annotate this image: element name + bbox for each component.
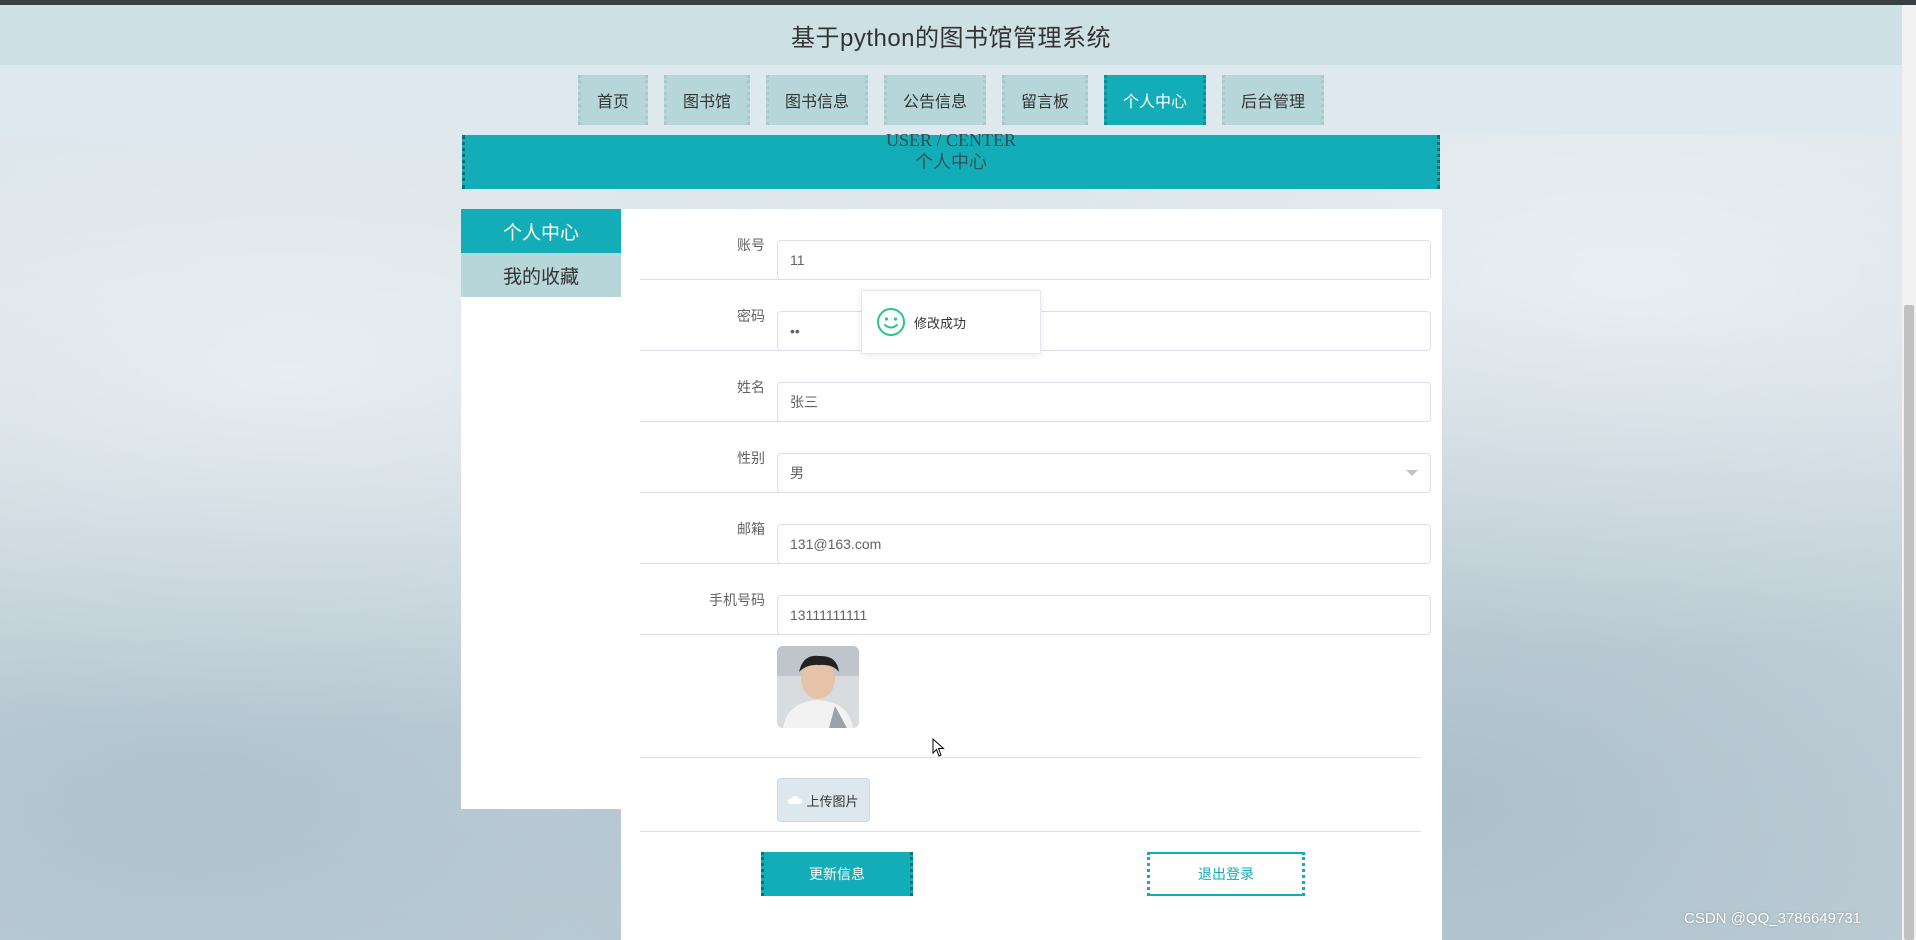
upload-image-label: 上传图片 [806,793,859,809]
name-label: 姓名 [737,378,765,395]
banner-title-cn: 个人中心 [915,152,987,172]
chevron-down-icon [1406,470,1418,476]
nav-item-announcements[interactable]: 公告信息 [883,75,986,125]
form-row-gender: 性别 男 [640,422,1431,493]
upload-image-button[interactable]: 上传图片 [777,778,870,822]
form-row-account: 账号 11 [640,209,1431,280]
nav-item-message-board[interactable]: 留言板 [1002,75,1089,125]
site-header: 基于python的图书馆管理系统 [0,5,1902,65]
avatar-image [777,646,859,728]
form-row-name: 姓名 张三 [640,351,1431,422]
form-row-avatar [640,646,1421,758]
scrollbar-thumb[interactable] [1904,305,1914,940]
site-title: 基于python的图书馆管理系统 [790,24,1112,52]
nav-item-book-info[interactable]: 图书信息 [765,75,868,125]
name-field[interactable]: 张三 [777,382,1431,422]
banner-title-en: USER / CENTER [885,130,1016,150]
section-banner: USER / CENTER 个人中心 [462,131,1440,189]
email-label: 邮箱 [737,520,765,537]
gender-label: 性别 [737,449,765,466]
nav-item-home[interactable]: 首页 [577,75,648,125]
mouse-cursor-icon [932,738,945,757]
gender-value: 男 [790,465,804,481]
form-row-upload: 上传图片 [640,758,1421,832]
upload-cloud-icon [788,796,803,804]
main-nav: 首页 图书馆 图书信息 公告信息 留言板 个人中心 后台管理 [0,65,1902,135]
email-field[interactable]: 131@163.com [777,524,1431,564]
nav-item-admin[interactable]: 后台管理 [1222,75,1325,125]
account-label: 账号 [737,236,765,253]
form-row-phone: 手机号码 13111111111 [640,564,1431,635]
update-info-button[interactable]: 更新信息 [761,852,913,896]
gender-select[interactable]: 男 [777,453,1431,493]
watermark-text: CSDN @QQ_3786649731 [1684,910,1861,927]
smile-icon [877,308,905,336]
nav-item-library[interactable]: 图书馆 [663,75,750,125]
account-field[interactable]: 11 [777,240,1431,280]
avatar [777,646,859,728]
phone-label: 手机号码 [709,591,765,608]
toast-message: 修改成功 [914,315,967,331]
sidebar-item-favorites[interactable]: 我的收藏 [461,253,621,297]
nav-item-user-center[interactable]: 个人中心 [1104,75,1207,125]
password-label: 密码 [737,307,765,324]
page-scrollbar[interactable] [1902,5,1916,940]
phone-field[interactable]: 13111111111 [777,595,1431,635]
sidebar: 个人中心 我的收藏 [461,209,621,809]
form-row-email: 邮箱 131@163.com [640,493,1431,564]
success-toast: 修改成功 [861,290,1041,354]
logout-button[interactable]: 退出登录 [1147,852,1305,896]
sidebar-item-user-center[interactable]: 个人中心 [461,209,621,253]
